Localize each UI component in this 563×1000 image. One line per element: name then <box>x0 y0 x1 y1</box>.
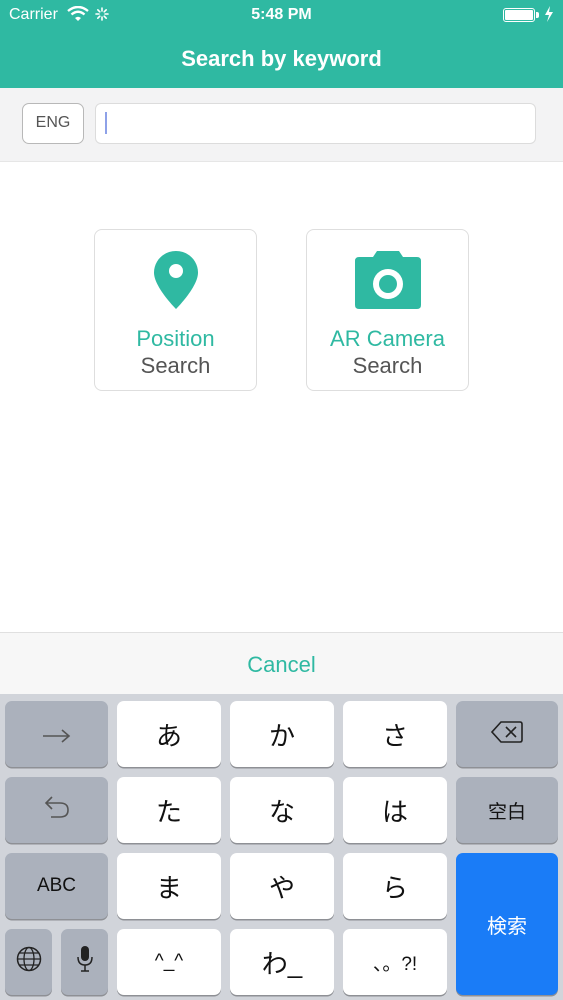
tile-label-primary: Position <box>136 326 215 351</box>
tile-label-primary: AR Camera <box>330 326 445 351</box>
key-sa[interactable]: さ <box>343 701 447 767</box>
position-search-button[interactable]: Position Search <box>94 229 257 391</box>
backspace-icon <box>490 719 523 750</box>
cancel-label: Cancel <box>247 652 316 677</box>
cancel-button[interactable]: Cancel <box>0 632 563 694</box>
key-wa[interactable]: わ_ <box>230 929 334 995</box>
charging-bolt-icon <box>544 6 554 27</box>
keyboard: あ か さ た な は 空白 ABC ま や ら 検索 ^_^ わ_ 、。?! <box>0 694 563 1000</box>
key-punctuation[interactable]: 、。?! <box>343 929 447 995</box>
key-undo[interactable] <box>5 777 108 843</box>
nav-bar: Search by keyword <box>0 30 563 88</box>
key-backspace[interactable] <box>456 701 558 767</box>
search-row: ENG <box>0 88 563 162</box>
key-ha[interactable]: は <box>343 777 447 843</box>
key-search[interactable]: 検索 <box>456 853 558 995</box>
key-a[interactable]: あ <box>117 701 221 767</box>
language-toggle-button[interactable]: ENG <box>22 103 84 144</box>
key-ka[interactable]: か <box>230 701 334 767</box>
status-bar: Carrier 5:48 PM <box>0 0 563 30</box>
key-ta[interactable]: た <box>117 777 221 843</box>
arrow-right-icon <box>42 719 72 750</box>
key-ya[interactable]: や <box>230 853 334 919</box>
battery-tip <box>536 12 539 18</box>
key-ma[interactable]: ま <box>117 853 221 919</box>
key-next[interactable] <box>5 701 108 767</box>
key-globe[interactable] <box>5 929 52 995</box>
undo-icon <box>43 794 71 827</box>
text-cursor <box>105 112 107 134</box>
tile-label-secondary: Search <box>140 353 211 378</box>
key-space[interactable]: 空白 <box>456 777 558 843</box>
key-dictation[interactable] <box>61 929 108 995</box>
page-title: Search by keyword <box>181 46 382 71</box>
key-na[interactable]: な <box>230 777 334 843</box>
microphone-icon <box>76 945 94 980</box>
tile-label-secondary: Search <box>352 353 423 378</box>
ar-camera-search-button[interactable]: AR Camera Search <box>306 229 469 391</box>
key-kaomoji[interactable]: ^_^ <box>117 929 221 995</box>
status-time: 5:48 PM <box>251 6 312 23</box>
key-abc[interactable]: ABC <box>5 853 108 919</box>
globe-icon <box>16 946 42 979</box>
location-pin-icon <box>95 250 256 310</box>
search-input[interactable] <box>95 103 536 144</box>
battery-icon <box>503 8 535 22</box>
key-ra[interactable]: ら <box>343 853 447 919</box>
camera-icon <box>307 250 468 310</box>
